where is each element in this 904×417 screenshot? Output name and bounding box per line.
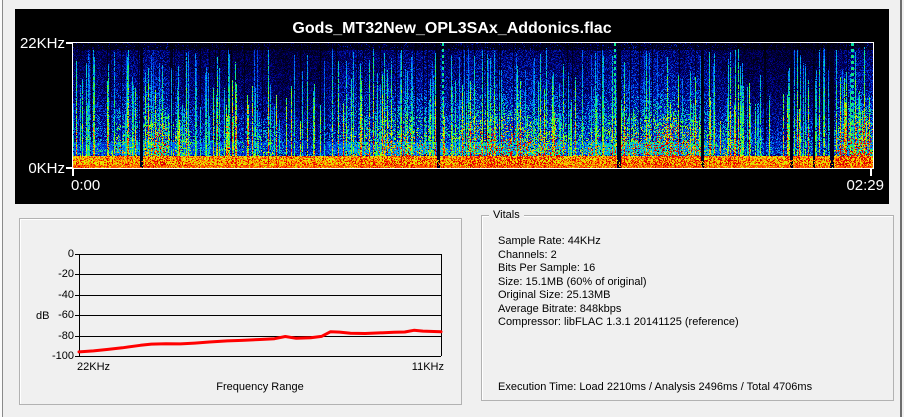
tick-mark-time-end [870, 169, 872, 176]
execution-time: Execution Time: Load 2210ms / Analysis 2… [498, 381, 812, 393]
vitals-average-bitrate: Average Bitrate: 848kbps [498, 303, 739, 317]
spectrogram-ylabel-top: 22KHz [15, 35, 65, 52]
file-title: Gods_MT32New_OPL3SAx_Addonics.flac [15, 20, 889, 38]
vitals-legend: Vitals [489, 209, 524, 222]
spectrogram-frame [72, 42, 874, 169]
vitals-size: Size: 15.1MB (60% of original) [498, 276, 739, 290]
vitals-original-size: Original Size: 25.13MB [498, 289, 739, 303]
window-right-edge [900, 0, 902, 417]
y-tick-label: -80 [44, 330, 74, 343]
vitals-sample-rate: Sample Rate: 44KHz [498, 235, 739, 249]
time-end-label: 02:29 [846, 177, 884, 194]
y-tick-label: 0 [44, 248, 74, 261]
spectrogram-ylabel-bottom: 0KHz [15, 160, 65, 177]
spectrogram-panel: Gods_MT32New_OPL3SAx_Addonics.flac 22KHz… [15, 9, 889, 204]
vitals-bits-per-sample: Bits Per Sample: 16 [498, 262, 739, 276]
x-axis-title: Frequency Range [79, 381, 441, 393]
spectro-app-window: Gods_MT32New_OPL3SAx_Addonics.flac 22KHz… [0, 0, 904, 417]
frequency-response-chart [20, 219, 461, 404]
y-tick-label: -20 [44, 268, 74, 281]
window-left-edge [0, 0, 3, 417]
x-axis-left-label: 22KHz [77, 361, 110, 373]
vitals-lines: Sample Rate: 44KHz Channels: 2 Bits Per … [498, 235, 739, 330]
x-axis-right-label: 11KHz [361, 361, 444, 373]
time-start-label: 0:00 [71, 177, 100, 194]
y-tick-label: -40 [44, 289, 74, 302]
tick-mark-time-start [72, 169, 74, 176]
vitals-channels: Channels: 2 [498, 249, 739, 263]
vitals-compressor: Compressor: libFLAC 1.3.1 20141125 (refe… [498, 316, 739, 330]
frequency-range-box: 0-20-40-60-80-100 dB 22KHz 11KHz Frequen… [19, 218, 462, 405]
y-tick-label: -100 [44, 350, 74, 363]
y-axis-title: dB [36, 310, 49, 322]
vitals-box: Vitals Sample Rate: 44KHz Channels: 2 Bi… [481, 215, 894, 401]
spectrogram-canvas [73, 43, 873, 168]
